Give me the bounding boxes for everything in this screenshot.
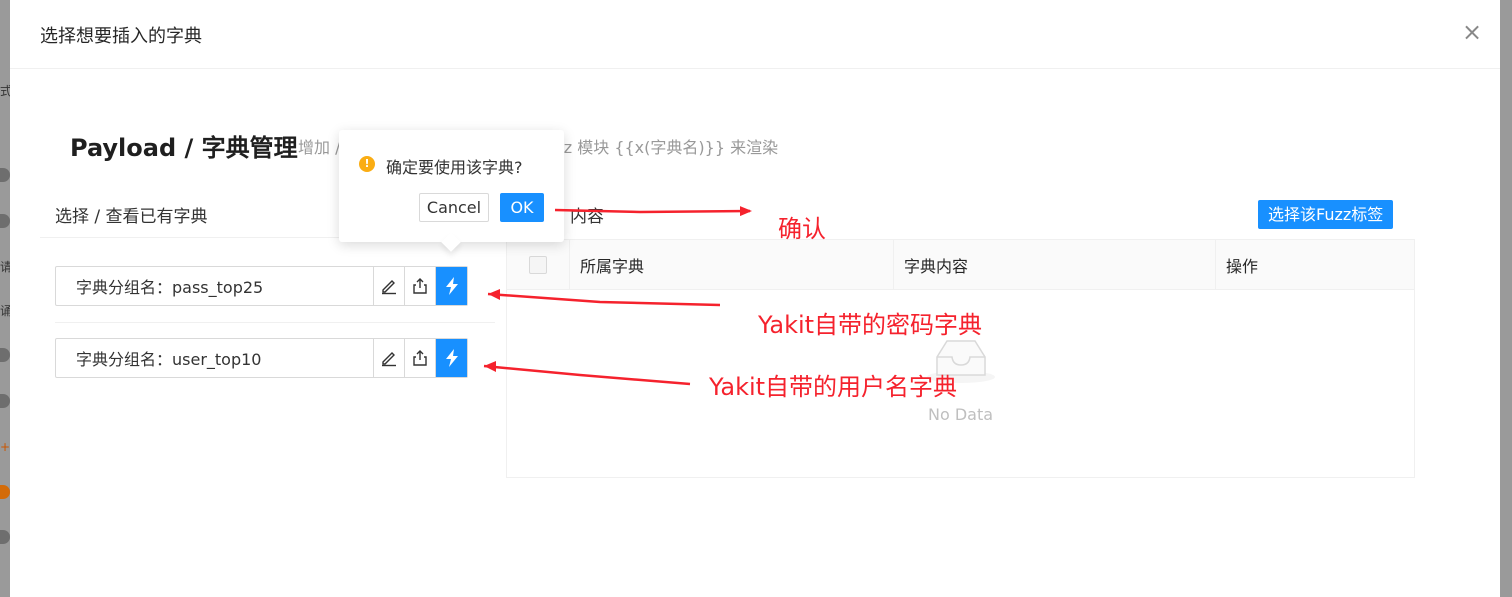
arrow-to-user-dict (483, 364, 691, 386)
arrow-head (484, 361, 496, 372)
annotation-confirm: 确认 (778, 215, 826, 243)
annotation-password-dict: Yakit自带的密码字典 (758, 311, 983, 339)
arrow-to-pass-dict (487, 292, 721, 307)
arrow-head (488, 289, 500, 300)
annotation-arrows (483, 206, 752, 386)
arrow-to-ok (554, 206, 752, 217)
annotation-username-dict: Yakit自带的用户名字典 (709, 373, 958, 401)
